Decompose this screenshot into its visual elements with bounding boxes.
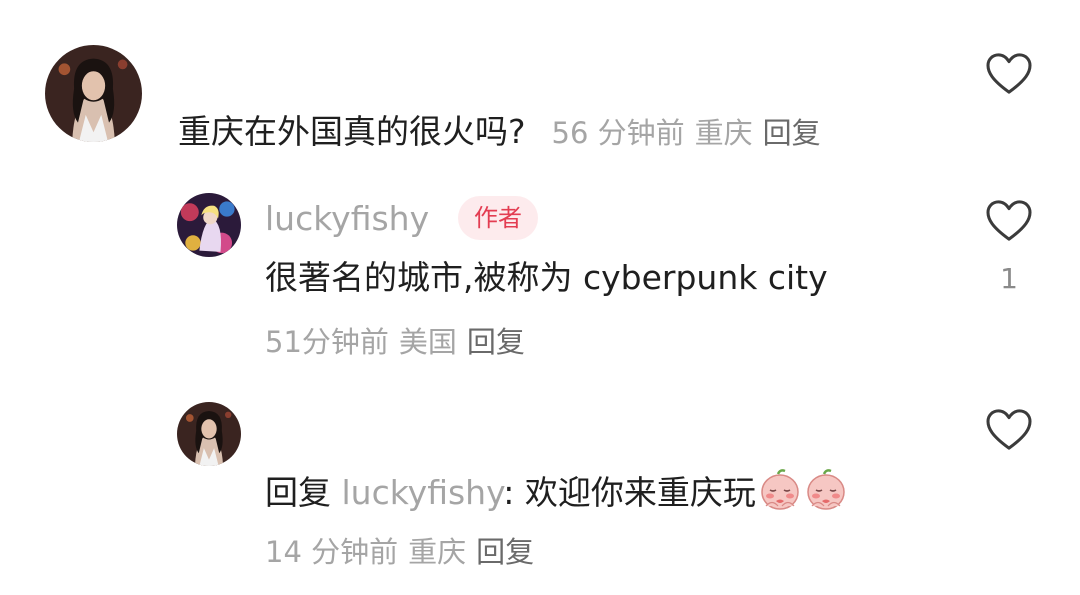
reply-location: 美国 xyxy=(398,325,457,359)
blushing-peach-emoji-icon xyxy=(804,468,848,512)
reply-meta: 51分钟前 美国 回复 xyxy=(265,324,535,360)
reply-username[interactable]: luckyfishy xyxy=(265,199,429,239)
reply-location: 重庆 xyxy=(408,535,467,569)
reply-time: 14 分钟前 xyxy=(265,535,399,569)
like-count: 1 xyxy=(1000,262,1018,295)
reply-meta: 14 分钟前 重庆 回复 xyxy=(265,534,544,570)
reply-text-row: 回复 luckyfishy: 欢迎你来重庆玩 xyxy=(265,468,848,513)
reply-button[interactable]: 回复 xyxy=(476,535,534,569)
comment-location: 重庆 xyxy=(694,116,753,150)
reply-button[interactable]: 回复 xyxy=(467,325,525,359)
blushing-peach-emoji-icon xyxy=(758,468,802,512)
commenter-avatar[interactable] xyxy=(177,402,241,466)
comment-meta: 56 分钟前 重庆 回复 xyxy=(552,116,831,150)
comment-text: 重庆在外国真的很火吗? xyxy=(178,112,526,151)
comment-time: 56 分钟前 xyxy=(551,116,685,150)
reply-to-username[interactable]: luckyfishy xyxy=(342,473,504,512)
reply-button[interactable]: 回复 xyxy=(763,116,821,150)
like-heart-icon[interactable] xyxy=(986,53,1032,95)
author-avatar[interactable] xyxy=(177,193,241,257)
like-heart-icon[interactable] xyxy=(986,200,1032,242)
reply-prefix: 回复 xyxy=(265,473,331,512)
reply-time: 51分钟前 xyxy=(265,325,389,359)
commenter-avatar[interactable] xyxy=(45,45,142,142)
comment-text-row: 重庆在外国真的很火吗? 56 分钟前 重庆 回复 xyxy=(178,112,831,153)
like-heart-icon[interactable] xyxy=(986,409,1032,451)
reply-text: 很著名的城市,被称为 cyberpunk city xyxy=(265,258,828,297)
reply-text: : 欢迎你来重庆玩 xyxy=(503,473,756,512)
author-badge: 作者 xyxy=(458,196,538,240)
